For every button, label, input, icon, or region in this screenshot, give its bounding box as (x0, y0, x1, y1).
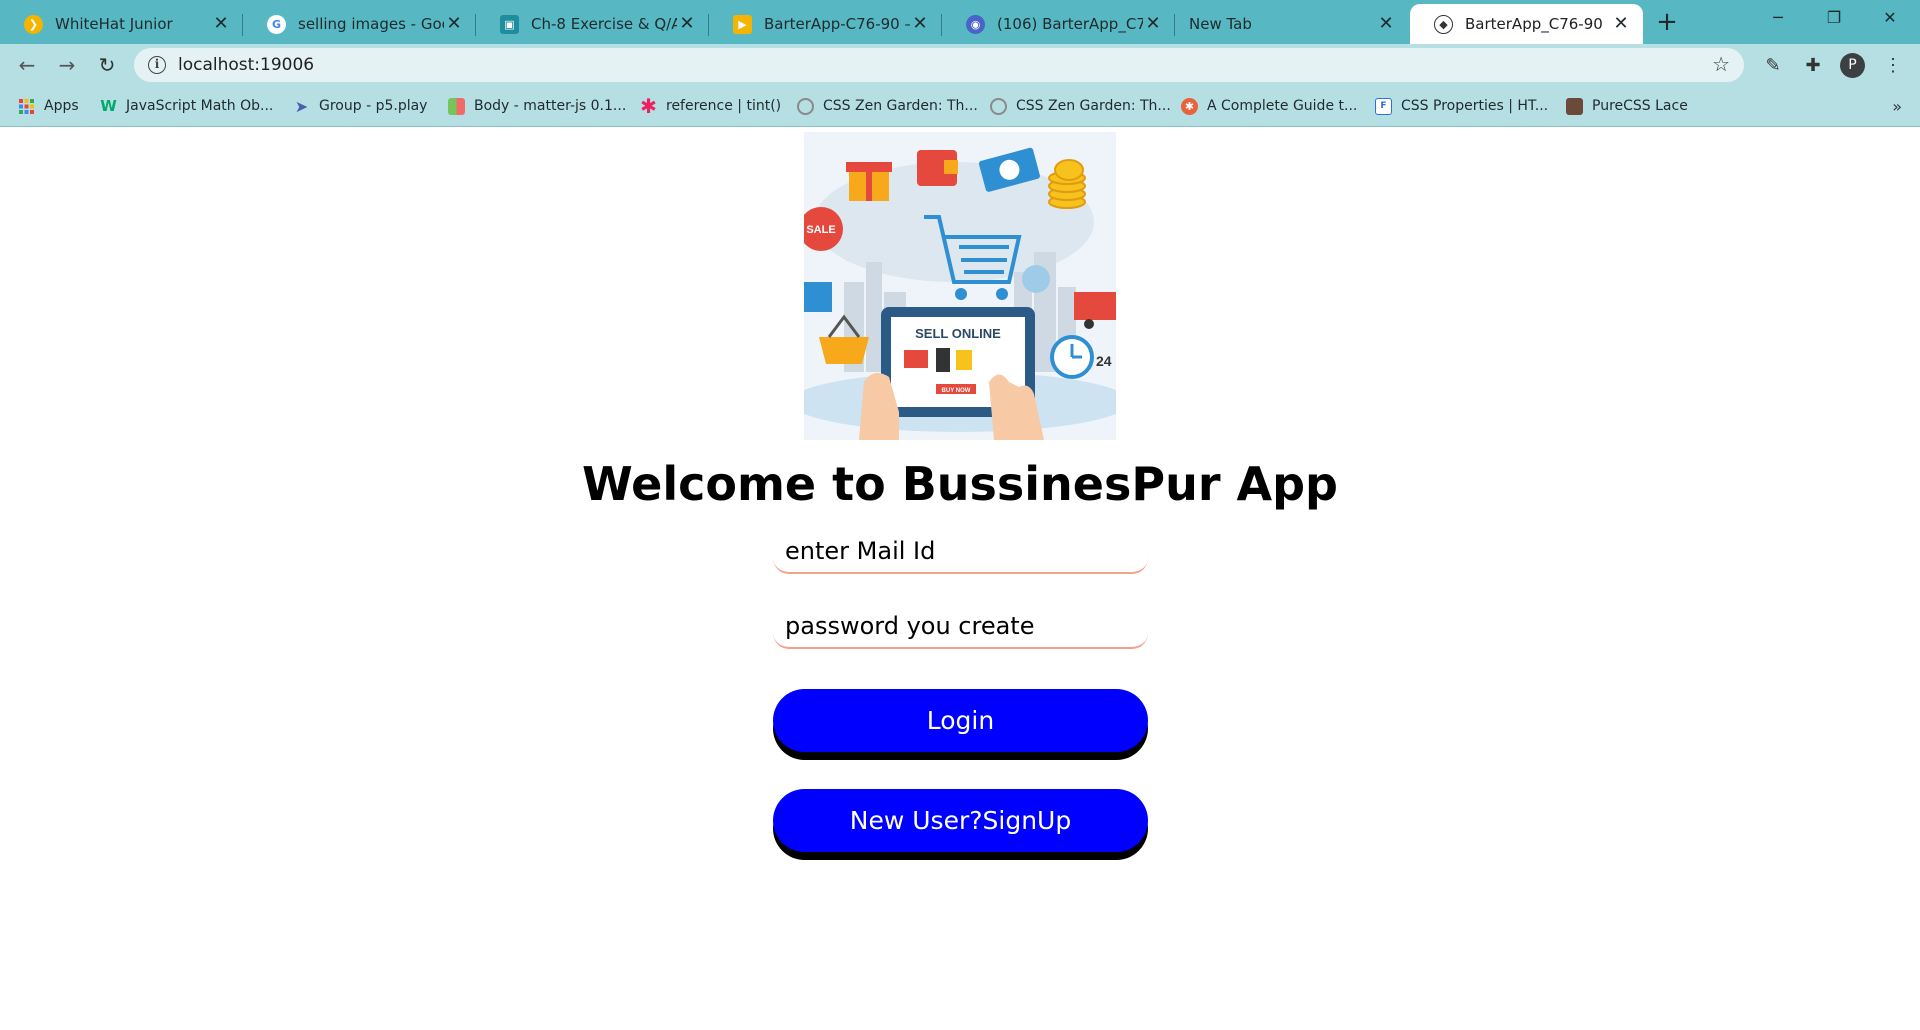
tab-slides[interactable]: ▶ BarterApp-C76-90 – Pr ✕ (709, 4, 942, 44)
url-text[interactable]: localhost:19006 (178, 55, 314, 75)
paper-plane-icon: ➤ (294, 96, 309, 116)
minimize-button[interactable]: ─ (1750, 0, 1806, 38)
portrait-icon (1566, 97, 1583, 115)
bookmark-label: reference | tint() (666, 98, 782, 114)
app-icon: ◉ (966, 14, 985, 34)
bookmark-label: A Complete Guide t... (1207, 98, 1358, 114)
profile-avatar[interactable]: P (1840, 53, 1865, 78)
buy-now-text: BUY NOW (942, 388, 971, 394)
globe-icon (797, 97, 814, 115)
new-tab-button[interactable]: + (1652, 8, 1682, 38)
close-tab-icon[interactable]: ✕ (1376, 14, 1396, 34)
bookmark-star-icon[interactable]: ☆ (1712, 52, 1730, 77)
close-tab-icon[interactable]: ✕ (1143, 14, 1163, 34)
bookmark-label: CSS Zen Garden: Th... (1016, 98, 1171, 114)
tab-barterapp-video[interactable]: ◉ (106) BarterApp_C76-9 ✕ (942, 4, 1175, 44)
bookmark-css-zen-garden-1[interactable]: CSS Zen Garden: Th... (797, 95, 978, 117)
restore-button[interactable]: ❐ (1806, 0, 1862, 38)
w3-icon: F (1375, 97, 1392, 115)
bookmark-label: Group - p5.play (319, 98, 428, 114)
tab-barterapp-active[interactable]: ◆ BarterApp_C76-90 ✕ (1410, 4, 1643, 44)
password-input[interactable] (773, 607, 1148, 645)
apps-grid-icon (18, 98, 35, 115)
tab-new-tab[interactable]: New Tab ✕ (1175, 4, 1408, 44)
bookmark-label: CSS Zen Garden: Th... (823, 98, 978, 114)
close-tab-icon[interactable]: ✕ (677, 14, 697, 34)
browser-toolbar: ← → ↻ i localhost:19006 ☆ ✎ ✚ P ⋮ (0, 44, 1920, 85)
password-field (773, 607, 1148, 649)
whitehat-icon: ❯ (24, 14, 43, 34)
tab-title: Ch-8 Exercise & Q/A (531, 15, 677, 33)
site-info-icon[interactable]: i (148, 56, 166, 74)
login-button[interactable]: Login (773, 689, 1148, 752)
tab-google-images[interactable]: G selling images - Googl ✕ (243, 4, 476, 44)
bookmark-label: JavaScript Math Ob... (126, 98, 274, 114)
tab-title: BarterApp_C76-90 (1465, 15, 1603, 33)
reload-icon[interactable]: ↻ (92, 50, 122, 80)
bookmarks-overflow-icon[interactable]: » (1892, 97, 1902, 116)
bookmark-p5play[interactable]: ➤ Group - p5.play (293, 95, 428, 117)
matter-js-icon (448, 97, 465, 115)
tab-title: (106) BarterApp_C76-9 (997, 15, 1143, 33)
css-tricks-icon: ✱ (1181, 97, 1198, 115)
close-window-button[interactable]: ✕ (1862, 0, 1918, 38)
bookmark-label: CSS Properties | HT... (1401, 98, 1549, 114)
back-arrow-icon[interactable]: ← (12, 50, 42, 80)
bookmark-apps[interactable]: Apps (18, 95, 79, 117)
bookmarks-bar: Apps W JavaScript Math Ob... ➤ Group - p… (0, 85, 1920, 127)
slides-icon: ▶ (733, 14, 752, 34)
close-tab-icon[interactable]: ✕ (211, 14, 231, 34)
tab-title: WhiteHat Junior (55, 15, 173, 33)
close-tab-icon[interactable]: ✕ (1611, 14, 1631, 34)
bookmark-label: PureCSS Lace (1592, 98, 1688, 114)
email-input[interactable] (773, 532, 1148, 570)
sell-online-text: SELL ONLINE (915, 326, 1001, 341)
close-tab-icon[interactable]: ✕ (444, 14, 464, 34)
welcome-title: Welcome to BussinesPur App (582, 457, 1338, 511)
clock-24-text: 24 (1096, 353, 1112, 369)
email-field (773, 532, 1148, 574)
bookmark-tint-reference[interactable]: ✱ reference | tint() (640, 94, 782, 118)
address-bar[interactable]: i localhost:19006 ☆ (134, 48, 1744, 82)
bookmark-javascript-math[interactable]: W JavaScript Math Ob... (100, 95, 273, 117)
bookmark-complete-guide[interactable]: ✱ A Complete Guide t... (1181, 95, 1357, 117)
extensions-puzzle-icon[interactable]: ✚ (1800, 52, 1826, 78)
eyedropper-icon[interactable]: ✎ (1760, 52, 1786, 78)
tab-classroom[interactable]: ▣ Ch-8 Exercise & Q/A ✕ (476, 4, 709, 44)
forward-arrow-icon[interactable]: → (52, 50, 82, 80)
bookmark-css-properties[interactable]: F CSS Properties | HT... (1375, 95, 1548, 117)
asterisk-icon: ✱ (640, 94, 657, 118)
globe-icon (990, 97, 1007, 115)
expo-icon: ◆ (1434, 14, 1453, 34)
sale-badge-text: SALE (806, 224, 835, 236)
bookmark-purecss-lace[interactable]: PureCSS Lace (1566, 95, 1688, 117)
tab-whitehat[interactable]: ❯ WhiteHat Junior ✕ (0, 4, 243, 44)
close-tab-icon[interactable]: ✕ (910, 14, 930, 34)
hero-illustration: SALE 24 SELL ONLINE BUY NOW (804, 132, 1116, 440)
tab-title: New Tab (1189, 15, 1252, 33)
tab-title: selling images - Googl (298, 15, 444, 33)
bookmark-label: Body - matter-js 0.1... (474, 98, 627, 114)
bookmark-matter-js[interactable]: Body - matter-js 0.1... (448, 95, 626, 117)
menu-kebab-icon[interactable]: ⋮ (1880, 52, 1906, 78)
classroom-icon: ▣ (500, 14, 519, 34)
w3schools-icon: W (100, 97, 117, 115)
google-icon: G (267, 14, 286, 34)
bookmark-label: Apps (44, 98, 79, 114)
app-page: SALE 24 SELL ONLINE BUY NOW Welcome to B… (0, 127, 1920, 1030)
browser-tab-strip: ❯ WhiteHat Junior ✕ G selling images - G… (0, 0, 1920, 44)
signup-button[interactable]: New User?SignUp (773, 789, 1148, 852)
bookmark-css-zen-garden-2[interactable]: CSS Zen Garden: Th... (990, 95, 1171, 117)
tab-title: BarterApp-C76-90 – Pr (764, 15, 910, 33)
